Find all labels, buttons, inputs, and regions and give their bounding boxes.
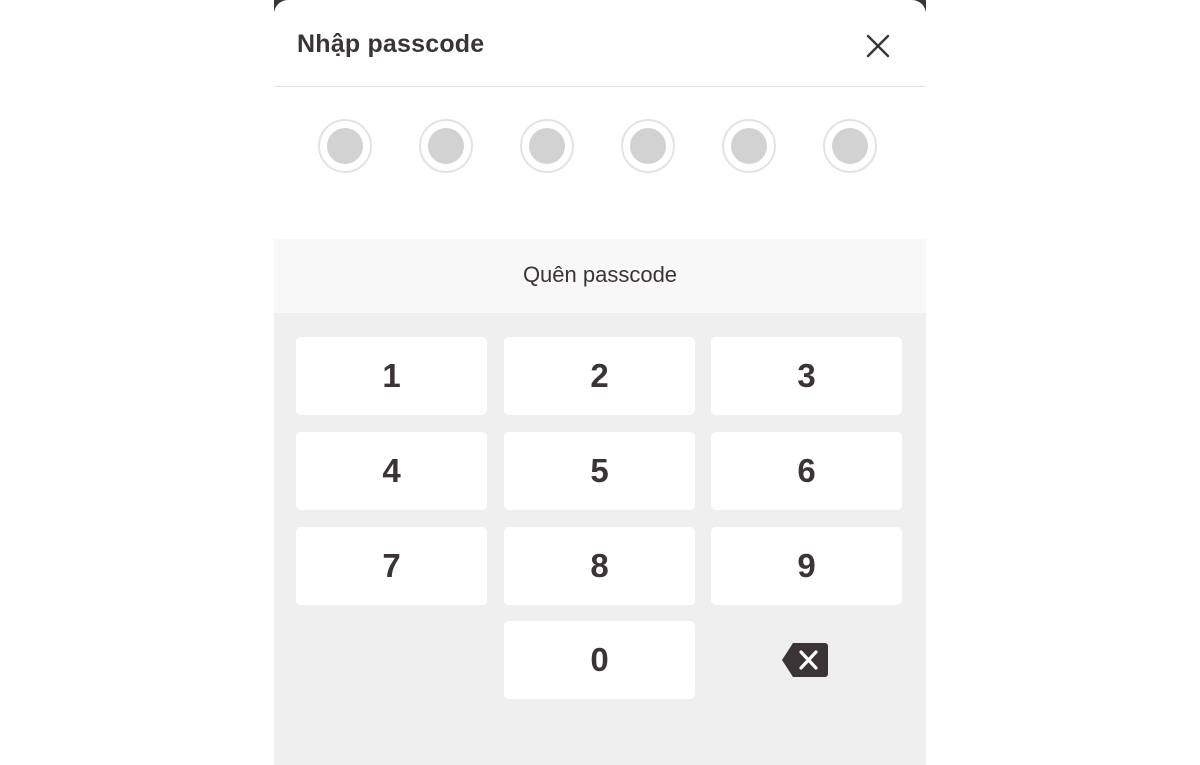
key-0[interactable]: 0 <box>504 621 695 699</box>
page-title: Nhập passcode <box>297 30 485 58</box>
key-4[interactable]: 4 <box>296 432 487 510</box>
passcode-dot-5 <box>722 119 776 173</box>
key-1[interactable]: 1 <box>296 337 487 415</box>
passcode-dot-6 <box>823 119 877 173</box>
key-2[interactable]: 2 <box>504 337 695 415</box>
passcode-dot-2 <box>419 119 473 173</box>
close-button[interactable] <box>860 28 896 64</box>
passcode-indicator <box>274 87 926 239</box>
passcode-dot-1 <box>318 119 372 173</box>
key-6[interactable]: 6 <box>711 432 902 510</box>
close-icon <box>866 34 890 58</box>
numeric-keypad: 1 2 3 4 5 6 7 8 9 0 <box>274 313 926 765</box>
forgot-passcode-bar: Quên passcode <box>274 239 926 313</box>
backspace-icon <box>782 643 828 677</box>
key-5[interactable]: 5 <box>504 432 695 510</box>
sheet-header: Nhập passcode <box>274 0 926 87</box>
passcode-dot-4 <box>621 119 675 173</box>
forgot-passcode-link[interactable]: Quên passcode <box>523 262 677 288</box>
key-3[interactable]: 3 <box>711 337 902 415</box>
key-9[interactable]: 9 <box>711 527 902 605</box>
key-8[interactable]: 8 <box>504 527 695 605</box>
passcode-sheet: Nhập passcode Quên passcode 1 2 3 4 5 6 … <box>274 0 926 765</box>
backspace-button[interactable] <box>711 621 902 699</box>
passcode-dot-3 <box>520 119 574 173</box>
key-7[interactable]: 7 <box>296 527 487 605</box>
